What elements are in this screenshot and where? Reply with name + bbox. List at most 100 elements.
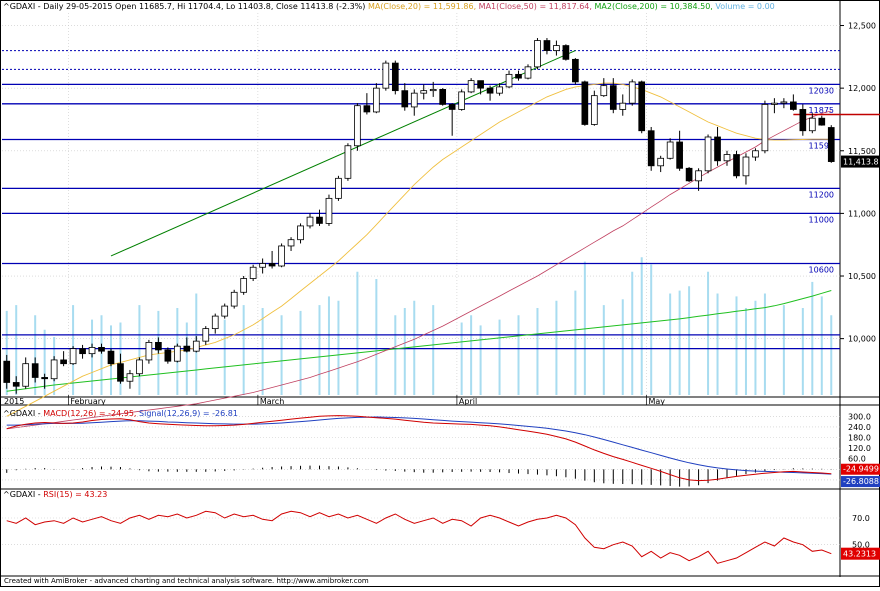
volume-bar <box>242 305 245 395</box>
candle-body <box>590 95 598 125</box>
candle-body <box>211 315 219 330</box>
candle-body <box>609 85 617 110</box>
chart-canvas[interactable]: 10,000 10,500 11,000 11,500 12,000 12,500 1203… <box>0 0 880 587</box>
rsi-header-rsi: RSI(15) = 43.23 <box>43 490 107 499</box>
price-y-tick-label: 10,000 <box>848 335 876 344</box>
candle-body <box>391 62 399 92</box>
macd-y-tick-label: 180.0 <box>848 434 871 443</box>
candle-body <box>733 154 740 177</box>
volume-bar <box>517 315 520 395</box>
volume-bar <box>688 286 691 395</box>
candle-body <box>287 239 295 247</box>
candle-body <box>136 359 143 375</box>
price-y-tick-label: 10,500 <box>848 272 876 281</box>
candle-body <box>354 105 361 147</box>
volume-bar <box>280 315 283 395</box>
volume-bar <box>34 315 37 395</box>
candle-body <box>155 341 162 351</box>
volume-bar <box>555 300 558 395</box>
volume-bar <box>337 300 340 395</box>
volume-bar <box>669 293 672 395</box>
candle-body <box>325 197 333 224</box>
volume-bar <box>432 305 435 395</box>
candle-body <box>31 363 39 378</box>
volume-bar <box>811 281 814 395</box>
volume-bar <box>763 293 766 395</box>
candle-body <box>467 80 475 93</box>
candle-body <box>723 154 731 162</box>
candle-body <box>221 305 229 317</box>
volume-bar <box>318 305 321 395</box>
macd-y-tick-label: 120.0 <box>848 444 871 453</box>
candle-body <box>117 363 124 382</box>
price-y-tick-label: 12,500 <box>848 22 876 31</box>
level-label: 12030 <box>809 86 834 95</box>
rsi-y-tick-label: 70.0 <box>852 514 870 523</box>
candle-body <box>704 136 712 172</box>
macd-value-label: -24.9499 <box>843 465 879 474</box>
level-label: 10600 <box>809 265 834 274</box>
candle-body <box>676 141 683 169</box>
price-y-tick-label: 11,000 <box>848 209 876 218</box>
x-axis-label: March <box>260 397 284 406</box>
candle-body <box>771 102 778 105</box>
volume-bar <box>574 290 577 395</box>
volume-bar <box>602 305 605 395</box>
candle-body <box>202 328 210 342</box>
rsi-panel-header: ^GDAXI - RSI(15) = 43.23 <box>3 490 107 499</box>
candle-body <box>268 263 276 267</box>
candle-body <box>827 127 835 162</box>
candle-body <box>344 145 352 179</box>
volume-bar <box>498 319 501 395</box>
candle-body <box>439 89 447 105</box>
volume-bar <box>583 261 586 395</box>
x-axis-label: May <box>648 397 665 406</box>
candle-body <box>486 87 494 94</box>
volume-bar <box>716 293 719 395</box>
volume-bar <box>754 300 757 395</box>
amibroker-chart-window[interactable]: 10,000 10,500 11,000 11,500 12,000 12,500 1203… <box>0 0 880 587</box>
candle-body <box>562 45 570 60</box>
volume-bar <box>744 308 747 395</box>
candle-body <box>22 363 30 387</box>
candle-body <box>477 80 484 89</box>
candle-body <box>297 225 304 241</box>
signal-value-label: -26.8088 <box>843 477 879 486</box>
volume-bar <box>820 296 823 395</box>
candle-body <box>818 117 826 126</box>
candle-body <box>628 81 636 104</box>
candle-body <box>69 348 77 365</box>
macd-y-tick-label: 300.0 <box>848 412 871 421</box>
candle-body <box>79 348 86 355</box>
candle-body <box>306 216 314 227</box>
candle-body <box>420 90 428 94</box>
header-ma200: MA2(Close,200) = 10,384.50, <box>594 2 715 11</box>
candle-body <box>316 216 323 224</box>
volume-bar <box>100 315 103 395</box>
candle-body <box>808 117 816 132</box>
candle-body <box>145 341 153 361</box>
macd-header-macd: MACD(12,26) = -24.95, <box>43 409 139 418</box>
candle-body <box>41 377 48 380</box>
price-y-tick-label: 12,000 <box>848 84 876 93</box>
candle-body <box>3 360 11 383</box>
header-ma50: MA1(Close,50) = 11,817.64, <box>479 2 595 11</box>
macd-y-tick-label: 240.0 <box>848 423 871 432</box>
candle-body <box>60 359 67 365</box>
candle-body <box>619 102 627 110</box>
rsi-value-label: 43.2313 <box>843 550 876 559</box>
price-panel-header: ^GDAXI - Daily 29-05-2015 Open 11685.7, … <box>3 2 775 11</box>
footer-credit: Created with AmiBroker - advanced charti… <box>4 577 369 585</box>
x-axis-label: 2015 <box>4 397 24 406</box>
candle-body <box>230 291 238 307</box>
x-axis-label: February <box>70 397 106 406</box>
volume-bar <box>299 310 302 395</box>
candle-body <box>373 87 380 113</box>
candle-body <box>107 350 115 365</box>
signal-line <box>6 416 832 475</box>
candle-body <box>259 263 266 268</box>
candle-body <box>458 91 465 110</box>
volume-bar <box>801 308 804 395</box>
header-ma20: MA(Close,20) = 11,591.86, <box>368 2 479 11</box>
volume-bar <box>185 322 188 395</box>
